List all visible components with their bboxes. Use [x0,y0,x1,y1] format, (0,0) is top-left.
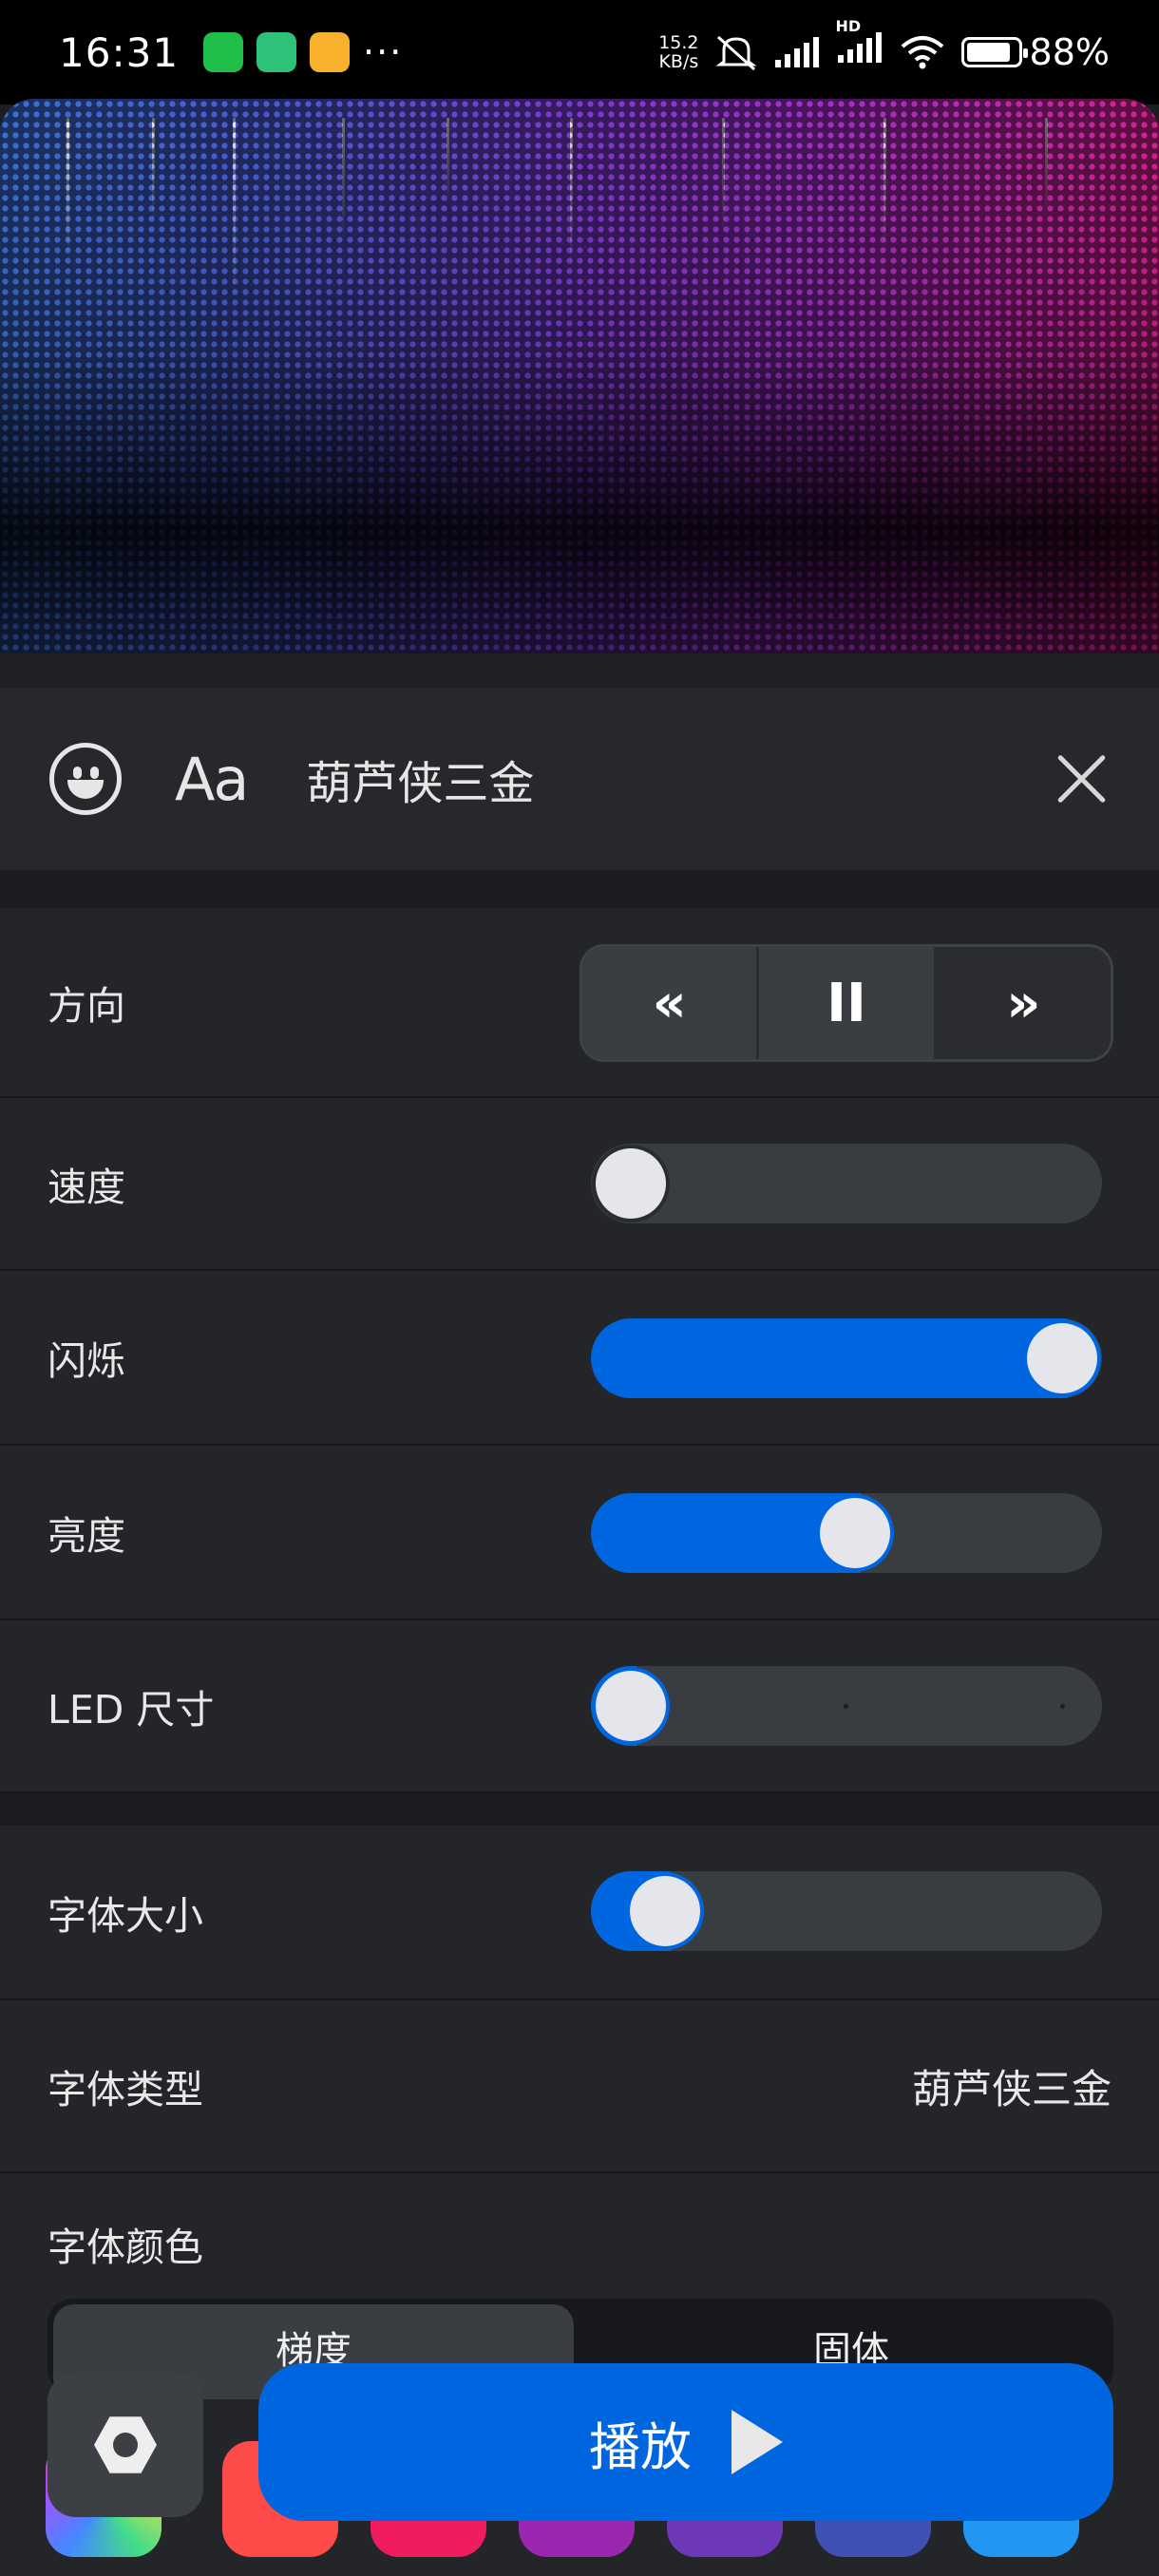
notification-icons [203,32,351,72]
font-color-label: 字体颜色 [48,2225,203,2270]
scroll-right-button[interactable]: » [936,947,1111,1059]
font-size-label: 字体大小 [48,1893,203,1939]
play-icon [732,2410,783,2474]
speed-slider-thumb[interactable] [596,1148,666,1219]
scroll-left-button[interactable]: « [582,947,760,1059]
play-button[interactable]: 播放 [258,2363,1113,2521]
status-bar: 16:31 ··· 15.2 KB/s HD 88% [0,0,1159,104]
led-preview [0,99,1159,653]
wifi-icon [901,36,943,69]
led-size-slider-thumb[interactable] [596,1671,666,1741]
speed-row: 速度 [0,1098,1159,1271]
font-type-label: 字体类型 [48,2067,203,2112]
font-type-value: 葫芦侠三金 [911,2065,1112,2112]
notes-icon [310,32,351,72]
font-size-slider[interactable] [591,1871,1102,1951]
led-size-slider[interactable] [591,1666,1102,1746]
brightness-row: 亮度 [0,1446,1159,1620]
hex-nut-icon [94,2416,157,2473]
blink-row: 闪烁 [0,1271,1159,1446]
speed-label: 速度 [48,1165,125,1210]
font-type-row[interactable]: 字体类型 葫芦侠三金 [0,2000,1159,2173]
speed-slider[interactable] [591,1144,1102,1223]
hd-signal: HD [836,17,884,74]
font-size-row: 字体大小 [0,1826,1159,2000]
system-icons: 15.2 KB/s HD 88% [658,17,1110,74]
close-icon[interactable] [1053,750,1110,807]
brightness-label: 亮度 [48,1513,125,1559]
led-scroller-settings-screen: 16:31 ··· 15.2 KB/s HD 88% Aa 葫芦侠三金 方向 «… [0,0,1159,2576]
led-size-tick [1060,1704,1065,1709]
blink-slider-fill [591,1318,1068,1398]
led-size-label: LED 尺寸 [48,1687,215,1733]
brightness-slider-thumb[interactable] [820,1498,891,1568]
brightness-slider[interactable] [591,1493,1102,1573]
font-style-icon[interactable]: Aa [175,745,249,814]
network-speed: 15.2 KB/s [658,32,699,72]
display-text-input[interactable]: 葫芦侠三金 [306,746,534,812]
blink-label: 闪烁 [48,1338,125,1384]
signal-icon-2 [837,32,882,63]
app-icon [256,32,297,72]
emoji-icon[interactable] [49,743,122,815]
wechat-icon [203,32,244,72]
battery-indicator: 88% [960,31,1110,73]
battery-fill [966,43,1011,62]
font-size-slider-thumb[interactable] [630,1876,701,1946]
more-notifications-icon: ··· [363,31,404,73]
led-size-tick [844,1704,848,1709]
led-size-row: LED 尺寸 [0,1620,1159,1793]
clock: 16:31 [59,28,180,76]
settings-button[interactable] [48,2373,203,2517]
pause-button[interactable]: II [759,947,937,1059]
battery-icon [960,37,1028,67]
direction-control: « II » [580,944,1113,1062]
text-input-bar: Aa 葫芦侠三金 [0,688,1159,870]
mute-bell-icon [715,35,757,71]
direction-label: 方向 [48,983,125,1029]
direction-row: 方向 « II » [0,908,1159,1098]
blink-slider[interactable] [591,1318,1102,1398]
signal-icon [774,37,819,67]
play-button-label: 播放 [589,2416,692,2477]
blink-slider-thumb[interactable] [1027,1323,1097,1393]
